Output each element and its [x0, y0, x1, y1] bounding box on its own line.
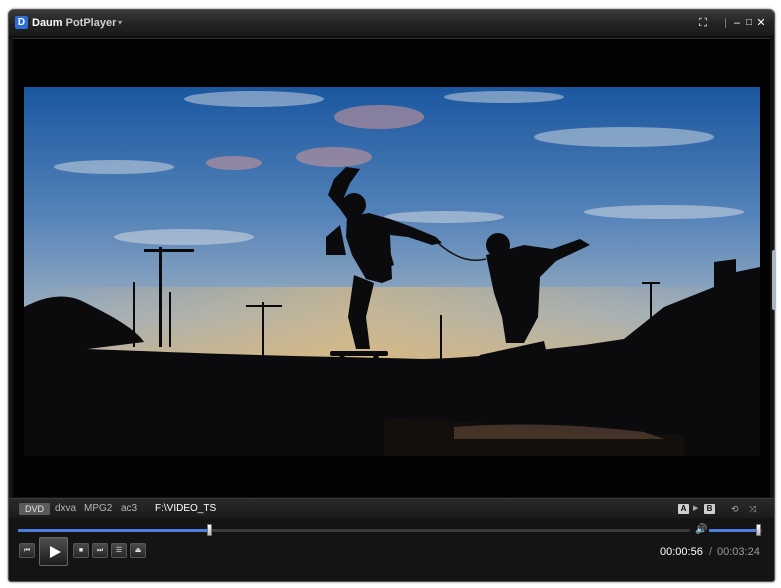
file-path: F:\VIDEO_TS — [155, 503, 217, 514]
potplayer-logo-icon[interactable]: D — [15, 16, 28, 29]
volume-level — [709, 529, 758, 532]
stop-button[interactable]: ■ — [73, 543, 89, 558]
ab-repeat-a-button[interactable]: A — [678, 504, 689, 514]
time-separator: / — [709, 546, 713, 558]
next-button[interactable]: ⏭ — [92, 543, 108, 558]
volume-slider[interactable] — [709, 529, 762, 532]
app-title-product: PotPlayer — [62, 17, 117, 29]
side-panel-handle[interactable] — [772, 250, 776, 310]
play-button[interactable] — [39, 537, 68, 566]
ab-repeat-b-button[interactable]: B — [704, 504, 715, 514]
fullscreen-icon[interactable]: ⛶ — [696, 16, 710, 30]
video-area[interactable] — [13, 38, 770, 497]
close-button[interactable]: ✕ — [754, 16, 768, 30]
volume-icon[interactable]: 🔊 — [695, 524, 707, 535]
current-time[interactable]: 00:00:56 — [660, 546, 703, 558]
player-window: D Daum PotPlayer ▾ ⛶ – □ ✕ DVD dxva MPG2… — [8, 9, 775, 582]
shuffle-icon[interactable]: ⤨ — [749, 503, 756, 515]
seek-bar[interactable] — [18, 529, 690, 532]
video-frame[interactable] — [24, 87, 760, 456]
title-bar[interactable]: D Daum PotPlayer ▾ ⛶ – □ ✕ — [9, 10, 774, 37]
seek-progress — [18, 529, 210, 532]
app-menu-caret-icon[interactable]: ▾ — [118, 18, 122, 27]
previous-button[interactable]: ⏮ — [19, 543, 35, 558]
playlist-button[interactable]: ☰ — [111, 543, 127, 558]
source-badge[interactable]: DVD — [19, 503, 51, 515]
volume-handle[interactable] — [756, 524, 761, 536]
video-codec-label[interactable]: MPG2 — [84, 503, 112, 515]
total-time[interactable]: 00:03:24 — [717, 546, 760, 558]
eject-button[interactable]: ⏏ — [130, 543, 146, 558]
titlebar-divider — [725, 18, 726, 28]
play-icon — [50, 546, 61, 558]
repeat-icon[interactable]: ⟲ — [731, 503, 739, 515]
app-title[interactable]: Daum PotPlayer — [32, 17, 116, 29]
ab-arrow-icon: ▶ — [693, 505, 699, 512]
audio-codec-label[interactable]: ac3 — [121, 503, 137, 515]
app-title-brand: Daum — [32, 17, 63, 29]
video-image — [24, 87, 760, 456]
info-bar: DVD dxva MPG2 ac3 F:\VIDEO_TS A ▶ B ⟲ ⤨ — [9, 498, 774, 518]
decoder-label[interactable]: dxva — [55, 503, 76, 515]
seek-handle[interactable] — [206, 524, 212, 536]
